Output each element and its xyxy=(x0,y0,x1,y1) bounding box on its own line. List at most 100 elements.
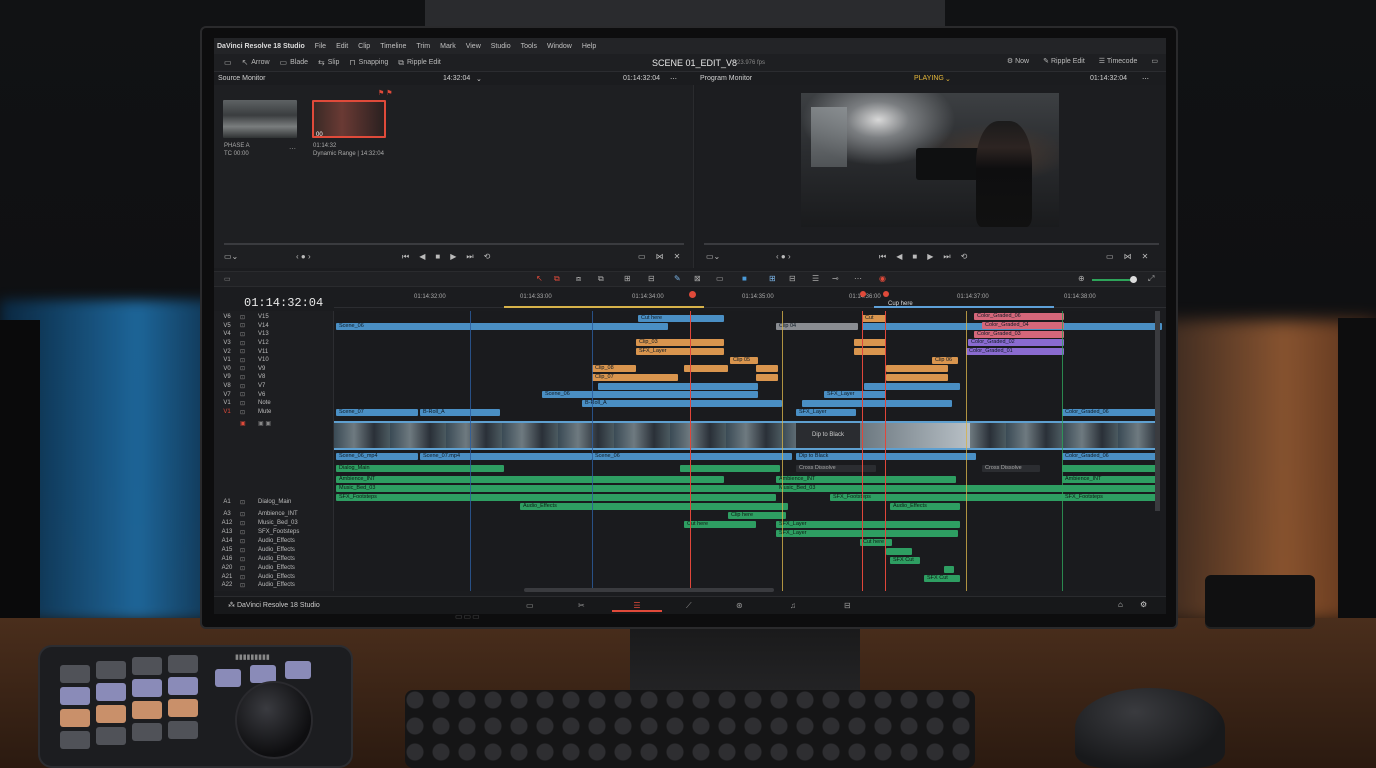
page-tab-edit[interactable]: ☰ xyxy=(612,601,662,612)
timeline-clip[interactable]: Cross Dissolve xyxy=(796,465,876,472)
menu-timeline[interactable]: Timeline xyxy=(380,43,406,50)
audio-clip[interactable] xyxy=(886,548,912,555)
audio-clip[interactable]: Audio_Effects xyxy=(890,503,960,510)
speaker-icon[interactable]: ⊡ xyxy=(240,565,258,572)
timeline-clip[interactable]: Scene_06 xyxy=(542,391,758,398)
menu-view[interactable]: View xyxy=(466,43,481,50)
audio-clip[interactable] xyxy=(1062,465,1158,472)
speaker-icon[interactable]: ⊡ xyxy=(240,574,258,581)
menu-studio[interactable]: Studio xyxy=(491,43,511,50)
lock-icon[interactable]: ⊡ xyxy=(240,409,258,416)
gear-icon[interactable]: ⚙ xyxy=(1140,600,1147,609)
timeline-clip[interactable] xyxy=(886,374,948,381)
menu-edit[interactable]: Edit xyxy=(336,43,348,50)
pointer-icon[interactable]: ↖ xyxy=(536,274,543,283)
edit-tool-icon[interactable]: ✎ xyxy=(674,274,681,283)
insert-icon[interactable]: ⊞ xyxy=(624,274,631,283)
timeline-clip[interactable] xyxy=(756,374,778,381)
ripple-edit-button[interactable]: ✎ Ripple Edit xyxy=(1043,57,1085,65)
more-icon[interactable]: ⋯ xyxy=(854,274,862,283)
jog-icon[interactable]: ‹ ● › xyxy=(776,252,791,261)
menu-window[interactable]: Window xyxy=(547,43,572,50)
audio-clip[interactable]: SFX Cut xyxy=(890,557,920,564)
timeline-clip[interactable] xyxy=(854,339,886,346)
ripple-button[interactable]: ⧉ Ripple Edit xyxy=(398,58,441,68)
horizontal-scrollbar[interactable] xyxy=(524,588,774,592)
more-icon[interactable]: ⋯ xyxy=(670,75,677,83)
overwrite-icon[interactable]: ⊟ xyxy=(648,274,655,283)
audio-clip[interactable]: SFX_Footsteps xyxy=(336,494,776,501)
timeline-clip[interactable]: Clip 05 xyxy=(730,357,758,364)
overlay-icon[interactable]: ▭ xyxy=(1106,252,1114,261)
eye-icon[interactable]: ⊡ xyxy=(240,357,258,364)
timeline-clip[interactable]: Cut here xyxy=(638,315,724,322)
track-header[interactable]: V3 ⊡ V12 xyxy=(214,339,334,348)
page-tab-deliver[interactable]: ⊟ xyxy=(844,601,851,610)
blade-icon[interactable]: ⧉ xyxy=(598,274,604,284)
play-icon[interactable]: ▶ xyxy=(450,252,456,262)
timeline-clip[interactable]: SFX_Layer xyxy=(636,348,724,355)
timeline-view-icon[interactable]: ▭ xyxy=(224,275,231,283)
more-icon[interactable]: ⋯ xyxy=(289,145,296,153)
timeline-clip[interactable]: Color_Graded_01 xyxy=(966,348,1064,355)
menu-file[interactable]: File xyxy=(315,43,326,50)
track-header[interactable]: V8 ⊡ V7 xyxy=(214,382,334,391)
timeline-clip[interactable]: Clip_03 xyxy=(636,339,724,346)
audio-clip[interactable] xyxy=(944,566,954,573)
timeline-clip[interactable] xyxy=(854,348,886,355)
timeline-clip[interactable]: Cut xyxy=(862,315,886,322)
speaker-icon[interactable]: ⊡ xyxy=(240,520,258,527)
loop-icon[interactable]: ⟲ xyxy=(961,252,968,262)
audio-clip[interactable]: SFX_Layer xyxy=(776,521,960,528)
arrow-tool-button[interactable]: ↖ Arrow xyxy=(242,58,270,67)
timeline-clip[interactable]: Color_Graded_06 xyxy=(1062,453,1158,460)
loop-icon[interactable]: ⟲ xyxy=(484,252,491,262)
timeline-clip[interactable]: Clip 06 xyxy=(932,357,958,364)
timeline-clip[interactable]: Scene_06_mp4 xyxy=(336,453,418,460)
track-header[interactable]: V9 ⊡ V8 xyxy=(214,373,334,382)
mark-icon[interactable]: ⋈ xyxy=(1124,252,1132,261)
track-header[interactable]: V1 ⊡ V10 xyxy=(214,356,334,365)
layout-button[interactable]: ▭ xyxy=(224,58,232,67)
skip-back-icon[interactable]: ⏮ xyxy=(402,252,409,262)
timeline-clip[interactable]: Color_Graded_06 xyxy=(1062,409,1158,416)
view-icon[interactable]: ▭⌄ xyxy=(224,252,238,261)
speaker-icon[interactable]: ⊡ xyxy=(240,547,258,554)
timeline-clip[interactable]: Clip 04 xyxy=(776,323,858,330)
trim-icon[interactable]: ⧉ xyxy=(554,274,560,284)
jog-wheel[interactable] xyxy=(235,681,313,759)
track-header[interactable]: A16 ⊡ Audio_Effects xyxy=(214,555,334,564)
track-header[interactable]: V4 ⊡ V13 xyxy=(214,330,334,339)
audio-clip[interactable]: Ambience_INT xyxy=(1062,476,1158,483)
audio-clip[interactable]: SFX_Layer xyxy=(776,530,958,537)
window-icon[interactable]: ▭ xyxy=(1151,57,1158,65)
slip-tool-button[interactable]: ⇆ Slip xyxy=(318,58,339,67)
page-tab-cut[interactable]: ✂ xyxy=(578,601,585,610)
page-tab-media[interactable]: ▭ xyxy=(526,601,534,610)
zoom-slider[interactable] xyxy=(1092,279,1132,281)
play-reverse-icon[interactable]: ◀ xyxy=(419,252,425,262)
clip-thumbnail-selected[interactable] xyxy=(312,100,386,138)
timeline-clip[interactable]: Color_Graded_02 xyxy=(968,339,1064,346)
record-icon[interactable]: ▣ xyxy=(240,420,258,427)
eye-icon[interactable]: ⊡ xyxy=(240,391,258,398)
audio-clip[interactable]: Audio_Effects xyxy=(520,503,788,510)
eye-icon[interactable]: ⊡ xyxy=(240,348,258,355)
menu-help[interactable]: Help xyxy=(582,43,596,50)
timeline-clip[interactable]: Color_Graded_04 xyxy=(982,322,1064,329)
timeline-clip[interactable]: SFX_Layer xyxy=(796,409,856,416)
link-icon[interactable]: ⊠ xyxy=(694,274,701,283)
menu-trim[interactable]: Trim xyxy=(416,43,430,50)
track-header[interactable]: A13 ⊡ SFX_Footsteps xyxy=(214,528,334,537)
timeline-clip[interactable]: Clip_07 xyxy=(592,374,678,381)
eye-icon[interactable]: ⊡ xyxy=(240,314,258,321)
more-icon[interactable]: ⋯ xyxy=(1142,75,1149,83)
view-icon[interactable]: ▭⌄ xyxy=(706,252,720,261)
timecode-button[interactable]: ☰ Timecode xyxy=(1099,57,1138,65)
dynamic-trim-icon[interactable]: ⧈ xyxy=(576,274,581,284)
audio-clip[interactable]: Cut here xyxy=(860,539,892,546)
timeline-clip[interactable]: Cross Dissolve xyxy=(982,465,1040,472)
menu-tools[interactable]: Tools xyxy=(521,43,537,50)
chevron-down-icon[interactable]: ⌄ xyxy=(945,75,951,83)
timeline-clip[interactable]: Clip_08 xyxy=(592,365,636,372)
